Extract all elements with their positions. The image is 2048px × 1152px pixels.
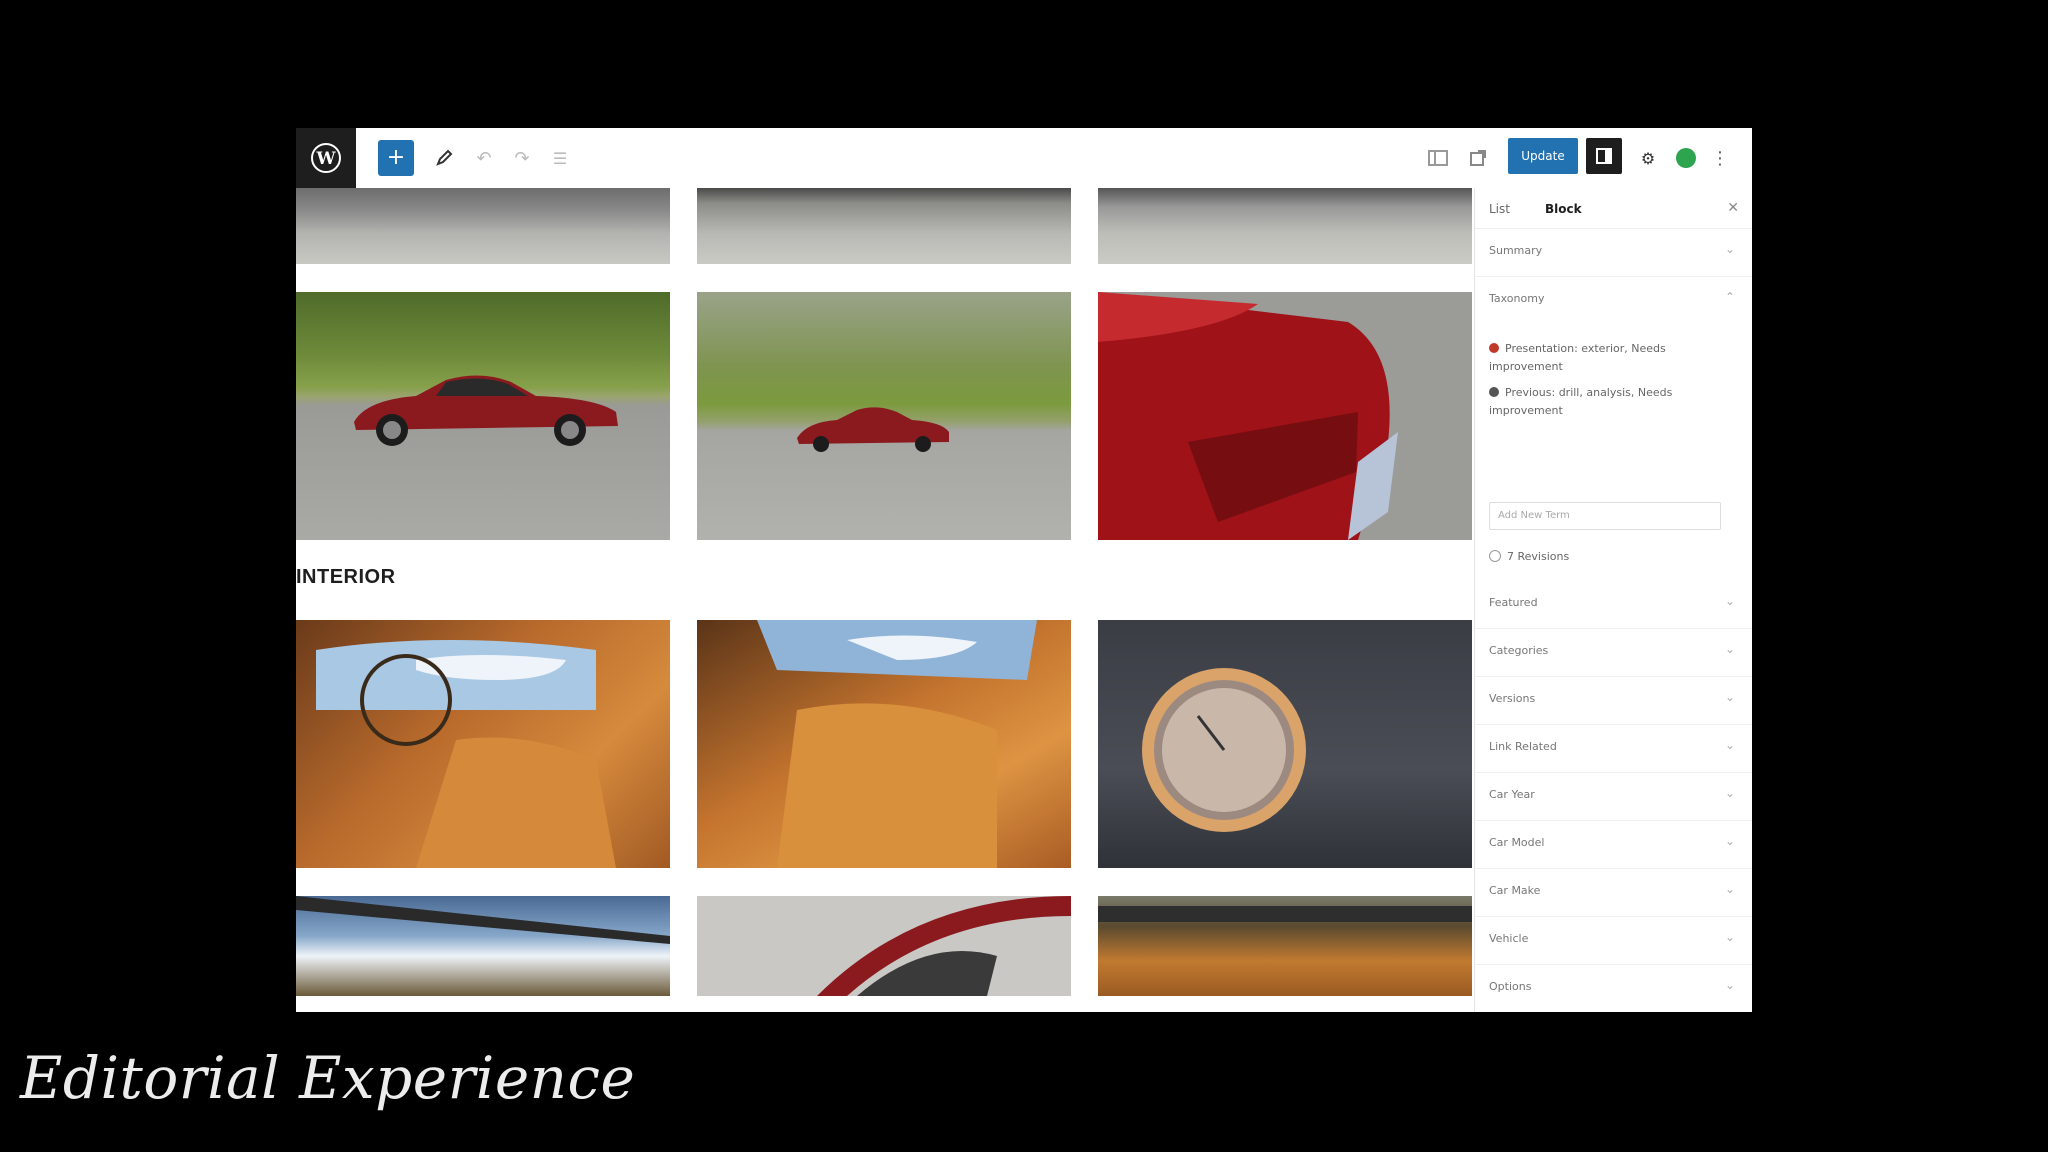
settings-button[interactable] — [1586, 138, 1622, 174]
list-view-icon: ☰ — [552, 148, 568, 168]
gallery-image[interactable] — [1098, 292, 1472, 540]
panel-car-year[interactable]: Car Year ⌄ — [1475, 772, 1752, 821]
panel-label: Featured — [1489, 596, 1538, 609]
chevron-down-icon: ⌄ — [1724, 690, 1735, 704]
green-circle-icon — [1676, 148, 1696, 168]
panel-label: Taxonomy — [1489, 292, 1545, 305]
add-block-button[interactable]: + — [378, 140, 414, 176]
svg-text:W: W — [315, 149, 336, 169]
panel-categories[interactable]: Categories ⌄ — [1475, 628, 1752, 677]
term-item[interactable]: Previous: drill, analysis, Needs improve… — [1489, 384, 1719, 420]
external-link-icon — [1470, 150, 1486, 166]
chevron-down-icon: ⌄ — [1724, 242, 1735, 256]
chevron-down-icon: ⌄ — [1724, 642, 1735, 656]
undo-icon: ↶ — [476, 147, 492, 169]
tab-block[interactable]: Block — [1545, 202, 1582, 216]
gallery-image[interactable] — [296, 292, 670, 540]
chevron-down-icon: ⌄ — [1724, 786, 1735, 800]
chevron-down-icon: ⌄ — [1724, 594, 1735, 608]
gallery-image[interactable] — [296, 188, 670, 264]
redo-button[interactable]: ↷ — [504, 140, 540, 176]
revisions-link[interactable]: 7 Revisions — [1489, 550, 1569, 563]
gallery-image[interactable] — [697, 188, 1071, 264]
gallery-image[interactable] — [296, 896, 670, 996]
term-label: Previous: drill, analysis, Needs improve… — [1489, 386, 1673, 417]
clock-icon — [1489, 550, 1501, 562]
panel-featured[interactable]: Featured ⌄ — [1475, 580, 1752, 629]
undo-button[interactable]: ↶ — [466, 140, 502, 176]
sidebar-tabs: List Block ✕ — [1475, 188, 1752, 229]
term-color-dot — [1489, 343, 1499, 353]
more-options-button[interactable]: ⋮ — [1708, 140, 1732, 176]
tools-button[interactable] — [426, 140, 462, 176]
chevron-down-icon: ⌄ — [1724, 930, 1735, 944]
term-label: Presentation: exterior, Needs improvemen… — [1489, 342, 1666, 373]
term-item[interactable]: Presentation: exterior, Needs improvemen… — [1489, 340, 1719, 376]
editor-canvas: INTERIOR — [296, 188, 1474, 1012]
gallery-image[interactable] — [697, 292, 1071, 540]
pencil-icon — [436, 149, 453, 166]
view-post-button[interactable] — [1460, 140, 1496, 176]
editor-window: W + ↶ ↷ ☰ Update ⚙ ⋮ INTERIOR List Block… — [296, 128, 1752, 1012]
slide-caption: Editorial Experience — [20, 1044, 636, 1112]
gallery-image[interactable] — [1098, 896, 1472, 996]
preview-button[interactable] — [1420, 140, 1456, 176]
panel-summary[interactable]: Summary ⌄ — [1475, 228, 1752, 277]
chevron-down-icon: ⌄ — [1724, 978, 1735, 992]
panel-versions[interactable]: Versions ⌄ — [1475, 676, 1752, 725]
redo-icon: ↷ — [514, 147, 530, 169]
panel-car-model[interactable]: Car Model ⌄ — [1475, 820, 1752, 869]
panel-label: Car Year — [1489, 788, 1535, 801]
update-button[interactable]: Update — [1508, 138, 1578, 174]
panel-label: Summary — [1489, 244, 1543, 257]
panel-label: Vehicle — [1489, 932, 1529, 945]
more-vertical-icon: ⋮ — [1711, 147, 1729, 169]
wordpress-logo-icon[interactable]: W — [296, 128, 356, 188]
panel-options[interactable]: Options ⌄ — [1475, 964, 1752, 1012]
editor-toolbar: W + ↶ ↷ ☰ Update ⚙ ⋮ — [296, 128, 1752, 188]
panel-car-make[interactable]: Car Make ⌄ — [1475, 868, 1752, 917]
panel-label: Car Make — [1489, 884, 1541, 897]
panel-label: Car Model — [1489, 836, 1545, 849]
preview-icon — [1428, 150, 1448, 166]
panel-label: Link Related — [1489, 740, 1557, 753]
panel-label: Versions — [1489, 692, 1536, 705]
tab-list[interactable]: List — [1489, 202, 1510, 216]
gallery-image[interactable] — [1098, 188, 1472, 264]
panel-label: Options — [1489, 980, 1532, 993]
plugin-button[interactable] — [1668, 140, 1704, 176]
jetpack-button[interactable]: ⚙ — [1630, 140, 1666, 176]
close-icon[interactable]: ✕ — [1727, 200, 1739, 216]
chevron-up-icon: ⌃ — [1724, 290, 1735, 304]
panel-link-related[interactable]: Link Related ⌄ — [1475, 724, 1752, 773]
gallery-image[interactable] — [697, 620, 1071, 868]
chevron-down-icon: ⌄ — [1724, 834, 1735, 848]
panel-vehicle[interactable]: Vehicle ⌄ — [1475, 916, 1752, 965]
jetpack-icon: ⚙ — [1640, 148, 1656, 168]
panel-label: Categories — [1489, 644, 1549, 657]
panel-taxonomy[interactable]: Taxonomy ⌃ — [1475, 276, 1752, 324]
plus-icon: + — [386, 145, 406, 170]
section-heading[interactable]: INTERIOR — [296, 566, 396, 589]
list-view-button[interactable]: ☰ — [542, 140, 578, 176]
gallery-image[interactable] — [296, 620, 670, 868]
settings-sidebar-icon — [1596, 148, 1612, 164]
chevron-down-icon: ⌄ — [1724, 882, 1735, 896]
gallery-image[interactable] — [697, 896, 1071, 996]
revisions-label: 7 Revisions — [1507, 550, 1570, 563]
term-color-dot — [1489, 387, 1499, 397]
gallery-image[interactable] — [1098, 620, 1472, 868]
settings-sidebar: List Block ✕ Summary ⌄ Taxonomy ⌃ Presen… — [1474, 188, 1752, 1012]
add-term-input[interactable]: Add New Term — [1489, 502, 1721, 530]
chevron-down-icon: ⌄ — [1724, 738, 1735, 752]
